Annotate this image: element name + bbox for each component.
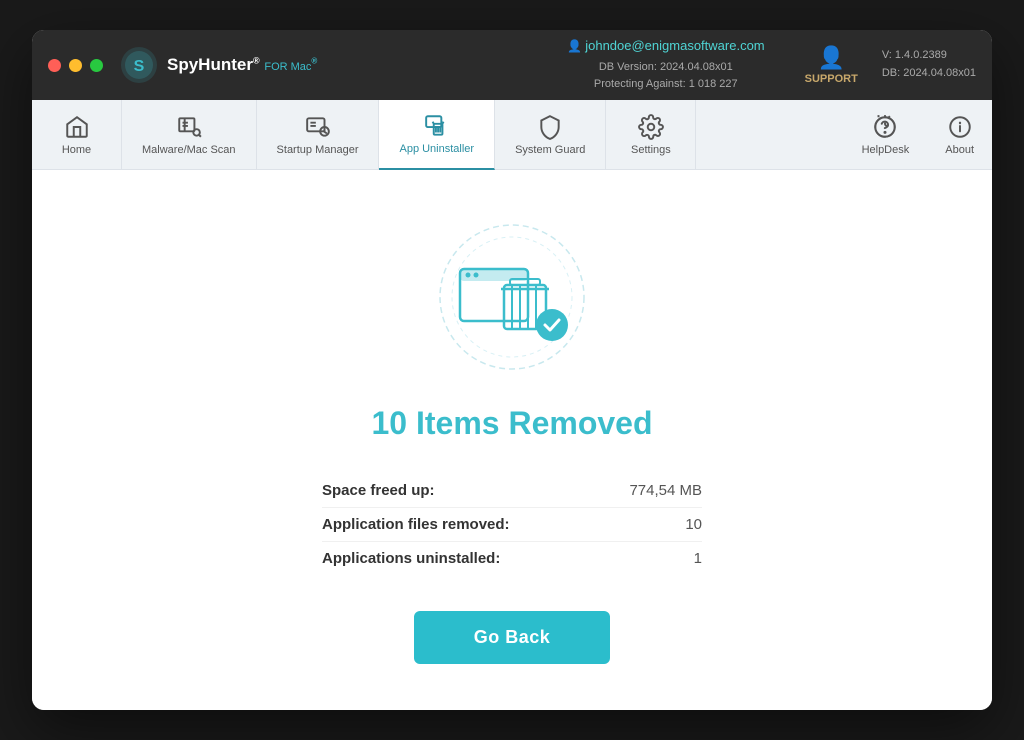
- stat-label-files: Application files removed:: [322, 516, 510, 533]
- uninstaller-icon: [424, 113, 450, 139]
- result-title: 10 Items Removed: [371, 405, 652, 442]
- go-back-button[interactable]: Go Back: [414, 611, 611, 664]
- window-controls: [48, 59, 103, 72]
- support-label: SUPPORT: [805, 73, 858, 85]
- nav-item-system-guard[interactable]: System Guard: [495, 100, 606, 170]
- nav-item-app-uninstaller[interactable]: App Uninstaller: [379, 100, 495, 170]
- nav-home-label: Home: [62, 144, 91, 156]
- nav-item-malware-scan[interactable]: Malware/Mac Scan: [122, 100, 257, 170]
- nav-guard-label: System Guard: [515, 144, 585, 156]
- nav-item-startup-manager[interactable]: Startup Manager: [257, 100, 380, 170]
- nav-helpdesk-label: HelpDesk: [862, 144, 910, 156]
- nav-uninstaller-label: App Uninstaller: [399, 143, 474, 155]
- stat-value-space: 774,54 MB: [629, 482, 702, 499]
- db-version: DB Version: 2024.04.08x01: [567, 59, 765, 77]
- app-window: S SpyHunter® FOR Mac® 👤 johndoe@enigmaso…: [32, 30, 992, 710]
- maximize-button[interactable]: [90, 59, 103, 72]
- stat-row-apps: Applications uninstalled: 1: [322, 542, 702, 575]
- title-bar: S SpyHunter® FOR Mac® 👤 johndoe@enigmaso…: [32, 30, 992, 100]
- stat-row-space: Space freed up: 774,54 MB: [322, 474, 702, 508]
- nav-about-label: About: [945, 144, 974, 156]
- support-icon: 👤: [818, 45, 845, 71]
- shield-icon: [537, 114, 563, 140]
- stat-value-files: 10: [685, 516, 702, 533]
- logo-text: SpyHunter® FOR Mac®: [167, 56, 317, 75]
- stat-value-apps: 1: [694, 550, 702, 567]
- startup-icon: [305, 114, 331, 140]
- nav-item-helpdesk[interactable]: HelpDesk: [844, 100, 928, 170]
- version-info: V: 1.4.0.2389 DB: 2024.04.08x01: [882, 47, 976, 82]
- nav-item-about[interactable]: About: [927, 100, 992, 170]
- nav-scan-label: Malware/Mac Scan: [142, 144, 236, 156]
- protecting-label: Protecting Against: 1 018 227: [567, 76, 765, 94]
- db-info: DB: 2024.04.08x01: [882, 65, 976, 83]
- nav-settings-label: Settings: [631, 144, 671, 156]
- scan-icon: [176, 114, 202, 140]
- gear-icon: [638, 114, 664, 140]
- stat-label-apps: Applications uninstalled:: [322, 550, 500, 567]
- version-number: V: 1.4.0.2389: [882, 47, 976, 65]
- close-button[interactable]: [48, 59, 61, 72]
- nav-bar: Home Malware/Mac Scan Startup M: [32, 100, 992, 170]
- stat-label-space: Space freed up:: [322, 482, 435, 499]
- main-content: 10 Items Removed Space freed up: 774,54 …: [32, 170, 992, 710]
- nav-startup-label: Startup Manager: [277, 144, 359, 156]
- stat-row-files: Application files removed: 10: [322, 508, 702, 542]
- svg-text:S: S: [134, 58, 145, 75]
- user-email: johndoe@enigmasoftware.com: [585, 38, 764, 53]
- nav-item-settings[interactable]: Settings: [606, 100, 696, 170]
- info-icon: [947, 114, 973, 140]
- result-icon: [432, 217, 592, 377]
- header-info: 👤 johndoe@enigmasoftware.com DB Version:…: [567, 36, 765, 94]
- support-area[interactable]: 👤 SUPPORT: [805, 45, 858, 85]
- minimize-button[interactable]: [69, 59, 82, 72]
- logo-icon: S: [119, 45, 159, 85]
- stats-table: Space freed up: 774,54 MB Application fi…: [322, 474, 702, 575]
- helpdesk-icon: [872, 114, 898, 140]
- home-icon: [64, 114, 90, 140]
- nav-item-home[interactable]: Home: [32, 100, 122, 170]
- logo-area: S SpyHunter® FOR Mac®: [119, 45, 317, 85]
